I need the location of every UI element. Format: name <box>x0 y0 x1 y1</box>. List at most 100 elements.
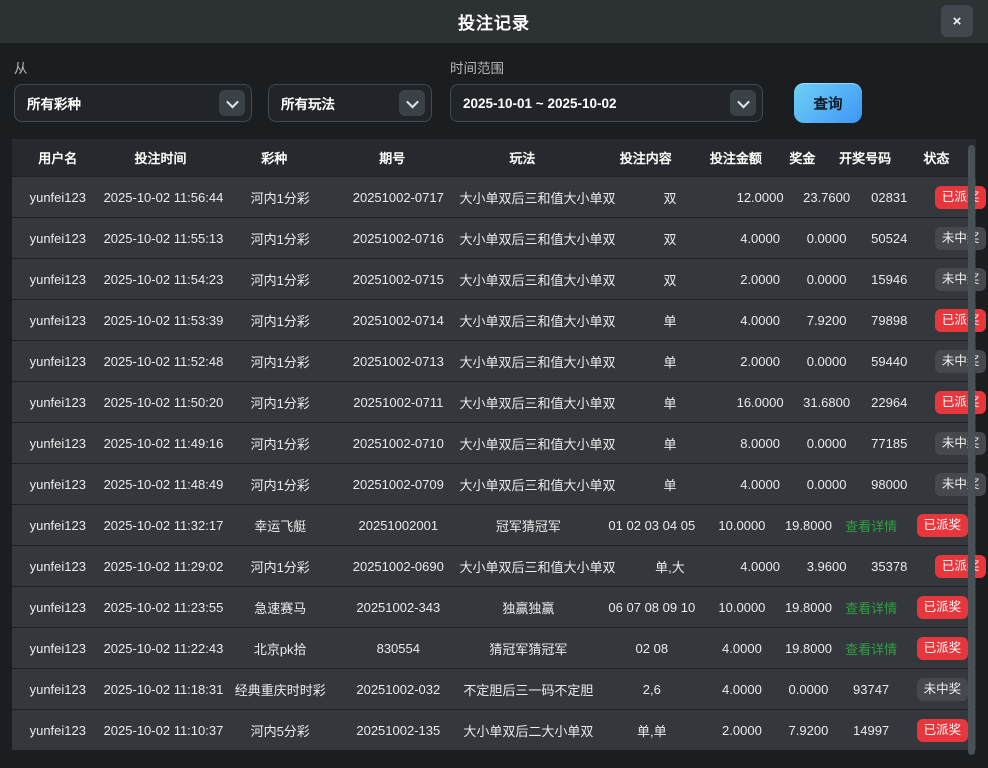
lottery-type-select[interactable]: 所有彩种 <box>14 84 252 122</box>
table-row: yunfei1232025-10-02 11:18:31经典重庆时时彩20251… <box>12 668 976 709</box>
table-row: yunfei1232025-10-02 11:56:44河内1分彩2025100… <box>12 176 976 217</box>
cell-time: 2025-10-02 11:55:13 <box>104 231 224 246</box>
cell-numbers: 02831 <box>857 190 921 205</box>
cell-lottery: 河内1分彩 <box>223 270 337 289</box>
cell-time: 2025-10-02 11:49:16 <box>104 436 224 451</box>
cell-time: 2025-10-02 11:50:20 <box>104 395 224 410</box>
cell-issue: 20251002-0716 <box>337 231 459 246</box>
vertical-scrollbar[interactable] <box>968 145 975 755</box>
cell-play: 大小单双后三和值大小单双 <box>460 188 616 207</box>
cell-lottery: 急速赛马 <box>223 598 337 617</box>
cell-status: 已派奖 <box>921 555 988 578</box>
cell-lottery: 河内1分彩 <box>223 311 337 330</box>
cell-time: 2025-10-02 11:56:44 <box>104 190 224 205</box>
cell-play: 不定胆后三一码不定胆 <box>460 680 598 699</box>
time-range-label: 时间范围 <box>450 57 763 77</box>
date-range-select[interactable]: 2025-10-01 ~ 2025-10-02 <box>450 84 763 122</box>
cell-prize: 19.8000 <box>778 518 840 533</box>
cell-content: 单 <box>616 475 725 494</box>
table-row: yunfei1232025-10-02 11:10:37河内5分彩2025100… <box>12 709 976 750</box>
cell-amount: 12.0000 <box>724 190 795 205</box>
cell-prize: 19.8000 <box>778 641 840 656</box>
status-badge: 已派奖 <box>935 555 987 578</box>
column-header: 状态 <box>897 148 976 167</box>
table-row: yunfei1232025-10-02 11:22:43北京pk拾830554猜… <box>12 627 976 668</box>
cell-content: 06 07 08 09 10 <box>597 600 706 615</box>
table-row: yunfei1232025-10-02 11:52:48河内1分彩2025100… <box>12 340 976 381</box>
chevron-down-icon <box>219 90 245 116</box>
cell-prize: 0.0000 <box>778 682 840 697</box>
cell-lottery: 河内1分彩 <box>223 434 337 453</box>
cell-content: 单 <box>616 393 725 412</box>
view-details-link[interactable]: 查看详情 <box>845 639 897 658</box>
view-details-link[interactable]: 查看详情 <box>845 598 897 617</box>
cell-content: 双 <box>616 188 725 207</box>
status-badge: 已派奖 <box>935 186 987 209</box>
cell-numbers: 22964 <box>857 395 921 410</box>
table-row: yunfei1232025-10-02 11:50:20河内1分彩2025100… <box>12 381 976 422</box>
view-details-link[interactable]: 查看详情 <box>845 516 897 535</box>
cell-username: yunfei123 <box>12 395 104 410</box>
cell-amount: 4.0000 <box>724 559 795 574</box>
cell-numbers: 查看详情 <box>839 516 903 535</box>
cell-time: 2025-10-02 11:10:37 <box>104 723 224 738</box>
cell-issue: 20251002-0713 <box>337 354 459 369</box>
close-button[interactable]: × <box>941 5 973 37</box>
column-header: 奖金 <box>772 148 834 167</box>
cell-issue: 20251002001 <box>337 518 459 533</box>
cell-prize: 7.9200 <box>796 313 858 328</box>
cell-amount: 10.0000 <box>706 600 777 615</box>
date-range-value: 2025-10-01 ~ 2025-10-02 <box>463 96 617 111</box>
cell-play: 猜冠军猜冠军 <box>460 639 598 658</box>
cell-username: yunfei123 <box>12 477 104 492</box>
cell-status: 未中奖 <box>921 350 988 373</box>
play-type-select[interactable]: 所有玩法 <box>268 84 432 122</box>
cell-status: 未中奖 <box>921 432 988 455</box>
column-header: 投注时间 <box>104 148 218 167</box>
chevron-down-icon <box>399 90 425 116</box>
cell-username: yunfei123 <box>12 272 104 287</box>
cell-username: yunfei123 <box>12 354 104 369</box>
cell-lottery: 河内5分彩 <box>223 721 337 740</box>
cell-content: 单 <box>616 311 725 330</box>
status-badge: 已派奖 <box>917 514 969 537</box>
cell-status: 已派奖 <box>921 186 988 209</box>
cell-status: 已派奖 <box>921 309 988 332</box>
cell-time: 2025-10-02 11:53:39 <box>104 313 224 328</box>
table-row: yunfei1232025-10-02 11:53:39河内1分彩2025100… <box>12 299 976 340</box>
cell-content: 双 <box>616 229 725 248</box>
cell-issue: 20251002-0690 <box>337 559 459 574</box>
cell-content: 单,单 <box>597 721 706 740</box>
cell-issue: 20251002-0710 <box>337 436 459 451</box>
cell-issue: 20251002-343 <box>337 600 459 615</box>
cell-status: 未中奖 <box>921 473 988 496</box>
cell-prize: 0.0000 <box>796 436 858 451</box>
cell-numbers: 93747 <box>839 682 903 697</box>
status-badge: 已派奖 <box>917 719 969 742</box>
from-label: 从 <box>14 57 268 77</box>
cell-time: 2025-10-02 11:22:43 <box>104 641 224 656</box>
status-badge: 已派奖 <box>917 637 969 660</box>
cell-prize: 0.0000 <box>796 272 858 287</box>
cell-play: 大小单双后三和值大小单双 <box>460 352 616 371</box>
chevron-down-icon <box>730 90 756 116</box>
cell-prize: 3.9600 <box>796 559 858 574</box>
cell-prize: 0.0000 <box>796 354 858 369</box>
cell-issue: 830554 <box>337 641 459 656</box>
cell-amount: 2.0000 <box>724 354 795 369</box>
cell-lottery: 幸运飞艇 <box>223 516 337 535</box>
cell-amount: 2.0000 <box>706 723 777 738</box>
cell-lottery: 北京pk拾 <box>223 639 337 658</box>
cell-play: 独赢独赢 <box>460 598 598 617</box>
cell-numbers: 98000 <box>857 477 921 492</box>
cell-play: 大小单双后三和值大小单双 <box>460 270 616 289</box>
cell-prize: 31.6800 <box>796 395 858 410</box>
cell-time: 2025-10-02 11:32:17 <box>104 518 224 533</box>
cell-play: 大小单双后三和值大小单双 <box>460 557 616 576</box>
status-badge: 未中奖 <box>935 432 987 455</box>
cell-content: 02 08 <box>597 641 706 656</box>
cell-amount: 8.0000 <box>724 436 795 451</box>
cell-issue: 20251002-032 <box>337 682 459 697</box>
cell-amount: 4.0000 <box>724 313 795 328</box>
query-button[interactable]: 查询 <box>794 83 862 123</box>
